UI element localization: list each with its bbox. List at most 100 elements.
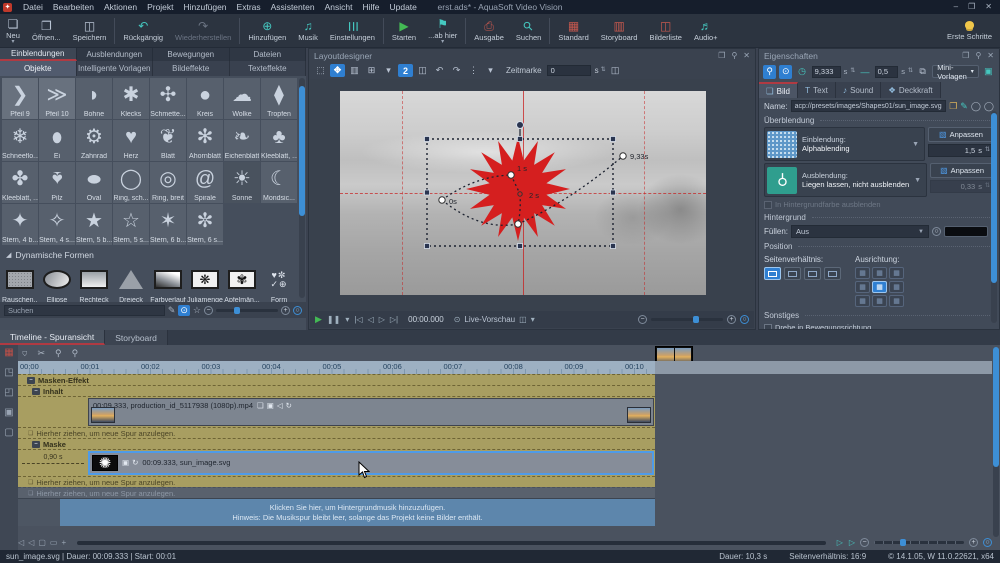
shape-tile[interactable]: ☀ Sonne [224, 162, 260, 203]
dynamic-shape-tile[interactable]: Farbverlauf [150, 262, 186, 304]
timeline-tab[interactable]: Timeline - Spuransicht [0, 330, 105, 345]
shape-tile[interactable]: ✧ Stern, 4 s... [39, 204, 75, 245]
transport-button[interactable]: ▷ [379, 315, 385, 324]
shape-tile[interactable]: ☾ Mondsic... [261, 162, 297, 203]
play-icon[interactable]: ▷ [837, 538, 843, 547]
toolbox-subtab[interactable]: Objekte [0, 61, 77, 76]
timeline-zoom-reset[interactable]: ○ [983, 538, 992, 547]
toolbar-button[interactable] [383, 18, 384, 44]
shape-tile[interactable]: ✱ Klecks [113, 78, 149, 119]
shape-tile[interactable]: ⧫ Tropfen [261, 78, 297, 119]
scrollbar-thumb[interactable] [991, 113, 997, 283]
toolbar-button[interactable]: ☰ Einstellungen [324, 15, 381, 47]
track-group-masken[interactable]: – Masken-Effekt [18, 374, 655, 385]
einblendung-dropdown[interactable]: Einblendung: Alphablending ▼ [764, 127, 925, 161]
thumbnail-size-slider[interactable] [216, 309, 278, 312]
shape-tile[interactable]: ★ Stern, 5 b... [76, 204, 112, 245]
zoom-out-button[interactable]: − [204, 306, 213, 315]
toolbar-button[interactable]: ↷ Wiederherstellen [169, 15, 237, 47]
shape-tile[interactable]: ≫ Pfeil 10 [39, 78, 75, 119]
alignment-button[interactable]: ▦ [889, 267, 904, 279]
camera-icon[interactable]: ◫ [608, 64, 623, 77]
toolbar-button[interactable]: ◫ Bilderliste [643, 15, 688, 47]
toolbar-button[interactable]: ↶ Rückgängig [117, 15, 169, 47]
toolbox-tab[interactable]: Bewegungen [153, 48, 230, 61]
toolbar-button[interactable]: ⊕ Hinzufügen [242, 15, 292, 47]
aspect-ratio-button[interactable] [804, 267, 821, 280]
menu-item[interactable]: Bearbeiten [48, 2, 99, 12]
transport-button[interactable]: ❚❚ [327, 315, 340, 324]
panel-maximize-icon[interactable]: ❐ [962, 51, 969, 60]
search-input[interactable]: Suchen [4, 305, 165, 316]
transport-button[interactable]: ▷| [390, 315, 398, 324]
properties-tab[interactable]: ❏ Bild [759, 82, 798, 98]
shape-tile[interactable]: ❯ Pfeil 9 [2, 78, 38, 119]
timeline-control-icon[interactable]: + [61, 538, 66, 547]
toolbox-subtab[interactable]: Bildeffekte [153, 61, 230, 76]
toolbar-button[interactable]: ♬ Audio+ [688, 15, 724, 47]
shape-tile[interactable]: ❦ Blatt [150, 120, 186, 161]
zoom-in-button[interactable]: + [281, 306, 290, 315]
new-track-hint[interactable]: ❏ Hierher ziehen, um neue Spur anzulegen… [18, 427, 655, 438]
menu-item[interactable]: Assistenten [266, 2, 320, 12]
eye-toggle-icon[interactable]: ⊙ [178, 305, 190, 316]
einblendung-anpassen-button[interactable]: ▧ Anpassen [928, 127, 994, 142]
panel-maximize-icon[interactable]: ❐ [718, 51, 725, 60]
clip-icon[interactable]: ↻ [132, 458, 138, 467]
dynamic-shape-tile[interactable]: Dreieck [113, 262, 149, 304]
name-input[interactable]: acp://presets/images/Shapes01/sun_image.… [791, 100, 947, 112]
pin-toggle-icon[interactable]: ⚲ [763, 65, 776, 79]
spinner-icon[interactable]: ⇅ [850, 69, 855, 74]
monitor-icon[interactable]: ◫ [519, 315, 527, 324]
shape-tile[interactable]: ❧ Eichenblatt [224, 120, 260, 161]
minimize-button[interactable]: – [954, 2, 958, 11]
dynamic-shape-tile[interactable]: Rechteck [76, 262, 112, 304]
designer-tool-button[interactable]: ↷ [449, 64, 464, 77]
reset-zoom-button[interactable]: ○ [293, 306, 302, 315]
aspect-ratio-button[interactable] [824, 267, 841, 280]
toolbar-button[interactable]: ▥ Storyboard [595, 15, 644, 47]
alignment-button[interactable]: ▦ [855, 267, 870, 279]
designer-tool-button[interactable]: 2 [398, 64, 413, 77]
menu-item[interactable]: Datei [18, 2, 48, 12]
menu-item[interactable]: Hinzufügen [179, 2, 232, 12]
canvas-zoom-in[interactable]: + [727, 315, 736, 324]
einblendung-time-spinner[interactable]: 1,5 s ⇅ [928, 144, 994, 157]
toolbar-button[interactable] [114, 18, 115, 44]
timeline-zoom-slider[interactable] [874, 541, 964, 544]
timeline-control-icon[interactable]: ▭ [50, 538, 58, 547]
timeline-control-icon[interactable]: ▢ [38, 538, 46, 547]
toolbar-button[interactable]: ♫ Musik [292, 15, 324, 47]
panel-close-icon[interactable]: ✕ [987, 51, 994, 60]
clip-icon[interactable]: ▣ [122, 458, 129, 467]
canvas-zoom-slider[interactable] [651, 318, 723, 321]
menu-item[interactable]: Aktionen [99, 2, 142, 12]
timeline-ruler[interactable]: 00:0000:0100:0200:0300:0400:0500:0600:07… [18, 361, 655, 374]
toolbar-button[interactable]: ⚑ ...ab hier ▾ [422, 15, 463, 47]
toolbar-button[interactable] [549, 18, 550, 44]
monitor-icon[interactable]: ⧉ [916, 65, 929, 79]
toolbar-button[interactable]: ▦ Standard [552, 15, 594, 47]
toolbox-subtab[interactable]: Texteffekte [230, 61, 307, 76]
dynamic-shape-tile[interactable]: ✾ Apfelmän... [224, 262, 260, 304]
toolbar-button[interactable] [239, 18, 240, 44]
shape-tile[interactable]: ♣ Kleeblatt, ... [261, 120, 297, 161]
collapse-icon[interactable]: – [27, 377, 35, 384]
alignment-button[interactable]: ▦ [872, 295, 887, 307]
timeline-tab[interactable]: Storyboard [105, 330, 168, 345]
ausblendung-anpassen-button[interactable]: ▧ Anpassen [930, 163, 994, 178]
alignment-button[interactable]: ▦ [889, 281, 904, 293]
clip-icon[interactable]: ▣ [267, 401, 274, 410]
timeline-tool-icon[interactable]: ✂ [37, 348, 45, 359]
designer-tool-button[interactable]: ✥ [330, 64, 345, 77]
toolbar-button[interactable]: ❏ Neu ▾ [0, 15, 26, 47]
slider-thumb[interactable] [900, 539, 906, 546]
offset-input[interactable]: 0,5 [875, 66, 899, 78]
toolbar-button[interactable]: ⎙ Ausgabe [468, 15, 510, 47]
aspect-ratio-button[interactable] [784, 267, 801, 280]
alignment-button[interactable]: ▦ [855, 281, 870, 293]
collapse-icon[interactable]: – [32, 388, 40, 395]
slider-thumb[interactable] [234, 307, 240, 314]
shape-tile[interactable]: ◯ Ring, sch... [113, 162, 149, 203]
music-track[interactable]: Klicken Sie hier, um Hintergrundmusik hi… [18, 498, 655, 526]
